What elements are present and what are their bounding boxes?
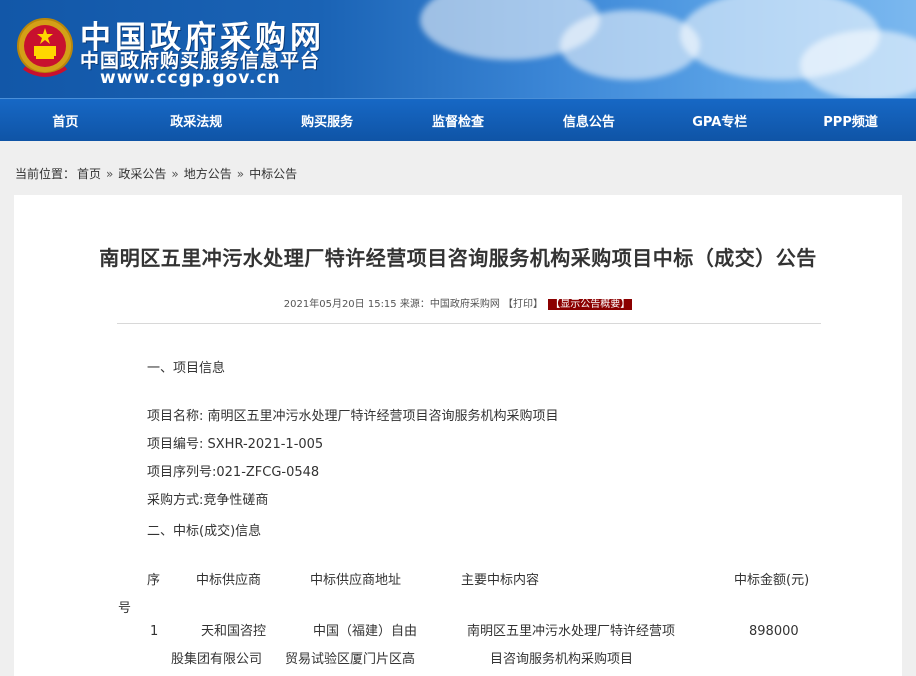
breadcrumb-separator: » bbox=[236, 167, 245, 181]
table-header-address: 中标供应商地址 bbox=[310, 573, 402, 588]
nav-item-supervision[interactable]: 监督检查 bbox=[393, 99, 524, 141]
procurement-method: 采购方式:竞争性磋商 bbox=[147, 493, 269, 508]
project-code: 项目编号: SXHR-2021-1-005 bbox=[147, 437, 324, 452]
site-url: www.ccgp.gov.cn bbox=[100, 68, 281, 88]
table-cell-content: 南明区五里冲污水处理厂特许经营项 bbox=[467, 624, 676, 639]
article-panel: 南明区五里冲污水处理厂特许经营项目咨询服务机构采购项目中标（成交）公告 2021… bbox=[14, 195, 902, 676]
nav-item-purchase-services[interactable]: 购买服务 bbox=[262, 99, 393, 141]
nav-item-ppp[interactable]: PPP频道 bbox=[785, 99, 916, 141]
breadcrumb-separator: » bbox=[106, 167, 114, 181]
nav-item-gpa[interactable]: GPA专栏 bbox=[654, 99, 785, 141]
table-header-supplier: 中标供应商 bbox=[196, 573, 262, 588]
section-project-info: 一、项目信息 bbox=[147, 361, 226, 376]
print-link[interactable]: 【打印】 bbox=[503, 299, 543, 310]
table-header-content: 主要中标内容 bbox=[461, 573, 540, 588]
table-cell-content-cont: 目咨询服务机构采购项目 bbox=[490, 652, 634, 667]
breadcrumb-local-announcements[interactable]: 地方公告 bbox=[184, 167, 232, 181]
show-summary-button[interactable]: 【显示公告概要】 bbox=[548, 299, 633, 310]
national-emblem-icon[interactable] bbox=[14, 12, 76, 86]
nav-item-home[interactable]: 首页 bbox=[0, 99, 131, 141]
table-cell-supplier-cont: 股集团有限公司 bbox=[171, 652, 263, 667]
table-cell-supplier: 天和国咨控 bbox=[201, 624, 267, 639]
breadcrumb-prefix: 当前位置： bbox=[15, 167, 76, 181]
table-cell-amount: 898000 bbox=[749, 624, 799, 639]
site-header: 中国政府采购网 中国政府购买服务信息平台 www.ccgp.gov.cn bbox=[0, 0, 916, 98]
section-award-info: 二、中标(成交)信息 bbox=[147, 524, 262, 539]
meta-source: 来源：中国政府采购网 bbox=[399, 299, 500, 310]
breadcrumb-separator: » bbox=[171, 167, 179, 181]
table-header-seq-cont: 号 bbox=[118, 601, 132, 616]
breadcrumb-award-announcements[interactable]: 中标公告 bbox=[249, 167, 297, 181]
project-serial: 项目序列号:021-ZFCG-0548 bbox=[147, 465, 320, 480]
table-header-amount: 中标金额(元) bbox=[734, 573, 810, 588]
main-nav: 首页 政采法规 购买服务 监督检查 信息公告 GPA专栏 PPP频道 bbox=[0, 98, 916, 141]
table-cell-address: 中国（福建）自由 bbox=[313, 624, 418, 639]
table-cell-address-cont: 贸易试验区厦门片区高 bbox=[285, 652, 416, 667]
breadcrumb-gov-announcements[interactable]: 政采公告 bbox=[118, 167, 166, 181]
meta-date: 2021年05月20日 15:15 bbox=[283, 299, 397, 310]
table-cell-seq: 1 bbox=[150, 624, 159, 639]
page-title: 南明区五里冲污水处理厂特许经营项目咨询服务机构采购项目中标（成交）公告 bbox=[99, 246, 817, 270]
project-name: 项目名称: 南明区五里冲污水处理厂特许经营项目咨询服务机构采购项目 bbox=[147, 409, 559, 424]
nav-item-announcements[interactable]: 信息公告 bbox=[523, 99, 654, 141]
title-divider bbox=[117, 323, 821, 324]
table-header-seq: 序 bbox=[147, 573, 161, 588]
nav-item-regulations[interactable]: 政采法规 bbox=[131, 99, 262, 141]
header-cloud bbox=[560, 10, 700, 80]
breadcrumb-home[interactable]: 首页 bbox=[77, 167, 101, 181]
article-meta: 2021年05月20日 15:15 来源：中国政府采购网 【打印】 【显示公告概… bbox=[14, 295, 902, 310]
